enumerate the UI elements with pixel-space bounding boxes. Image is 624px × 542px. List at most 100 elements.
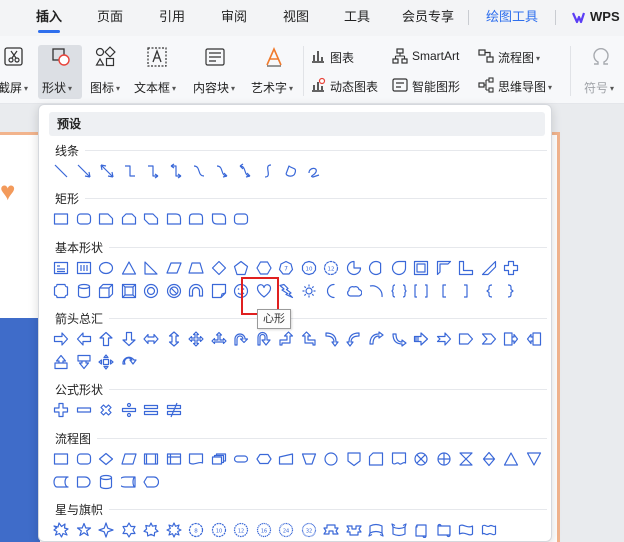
shape-fdas-icon[interactable] — [120, 474, 137, 490]
shape-fcard-icon[interactable] — [368, 451, 384, 467]
shape-lbr-icon[interactable] — [481, 283, 497, 299]
shape-dac-icon[interactable] — [76, 354, 92, 370]
shape-au-icon[interactable] — [98, 331, 114, 347]
shape-vsc-icon[interactable] — [413, 522, 429, 538]
shape-alu-icon[interactable] — [278, 331, 294, 347]
shape-s32-icon[interactable]: 24 — [278, 522, 294, 538]
shape-fmer-icon[interactable] — [526, 451, 542, 467]
shape-fsd-icon[interactable] — [53, 474, 69, 490]
shape-fmo-icon[interactable] — [301, 451, 317, 467]
shape-eq-icon[interactable] — [143, 402, 159, 418]
shape-fmi-icon[interactable] — [278, 451, 294, 467]
shape-acr-icon[interactable] — [323, 331, 339, 347]
shape-crd-icon[interactable] — [390, 522, 407, 538]
shape-s10-icon[interactable]: 8 — [188, 522, 204, 538]
shape-s7-icon[interactable] — [143, 522, 159, 538]
shape-tv-icon[interactable] — [76, 260, 92, 276]
shape-tb-icon[interactable] — [53, 260, 69, 276]
shape-acd-icon[interactable] — [391, 331, 407, 347]
shape-aud-icon[interactable] — [166, 331, 182, 347]
shape-ca-icon[interactable] — [214, 163, 230, 179]
shape-mult-icon[interactable] — [98, 402, 114, 418]
shape-cld-icon[interactable] — [346, 283, 362, 299]
shape-rc1-icon[interactable] — [98, 211, 114, 227]
shape-can-icon[interactable] — [76, 283, 92, 299]
shape-sun-icon[interactable] — [301, 283, 317, 299]
shape-bvl-icon[interactable] — [121, 283, 137, 299]
shape-dbk-icon[interactable] — [413, 283, 429, 299]
shape-hfr-icon[interactable] — [436, 260, 452, 276]
shape-fmd-icon[interactable] — [211, 451, 227, 467]
shape-don-icon[interactable] — [143, 283, 159, 299]
shape-fcon-icon[interactable] — [323, 451, 339, 467]
shape-crs-icon[interactable] — [503, 260, 519, 276]
shape-mon-icon[interactable] — [323, 283, 339, 299]
shape-ea-icon[interactable] — [145, 163, 161, 179]
shape-fdoc-icon[interactable] — [188, 451, 204, 467]
tab-insert[interactable]: 插入 — [36, 0, 62, 36]
shape-div-icon[interactable] — [121, 402, 137, 418]
shape-fis-icon[interactable] — [166, 451, 182, 467]
shape-ov-icon[interactable] — [98, 260, 114, 276]
tab-tools[interactable]: 工具 — [344, 0, 370, 36]
shape-lb-icon[interactable] — [99, 163, 115, 179]
tab-page[interactable]: 页面 — [97, 0, 123, 36]
shape-cb-icon[interactable] — [237, 163, 253, 179]
shape-s24-icon[interactable]: 16 — [256, 522, 272, 538]
shape-acu-icon[interactable] — [368, 331, 384, 347]
shape-rc6-icon[interactable] — [211, 211, 227, 227]
shape-rbr-icon[interactable] — [503, 283, 519, 299]
shape-rt-icon[interactable] — [143, 260, 159, 276]
shape-plus-icon[interactable] — [53, 402, 69, 418]
shape-eb-icon[interactable] — [168, 163, 184, 179]
shape-tz-icon[interactable] — [188, 260, 204, 276]
tab-reference[interactable]: 引用 — [159, 0, 185, 36]
tab-wps-ai[interactable]: WPS — [590, 0, 620, 36]
shape-sq-icon[interactable] — [306, 163, 322, 179]
shape-neq-icon[interactable] — [166, 402, 182, 418]
shape-for-icon[interactable] — [436, 451, 452, 467]
shape-ln-icon[interactable] — [53, 163, 69, 179]
shape-acl-icon[interactable] — [345, 331, 362, 347]
shape-cv-icon[interactable] — [191, 163, 207, 179]
shape-fld-icon[interactable] — [211, 283, 227, 299]
shape-asr-icon[interactable] — [413, 331, 429, 347]
shape-fp-icon[interactable] — [53, 451, 69, 467]
shape-fofp-icon[interactable] — [346, 451, 362, 467]
shape-rc4-icon[interactable] — [166, 211, 182, 227]
shape-cub-icon[interactable] — [98, 283, 114, 299]
shape-uac-icon[interactable] — [53, 354, 69, 370]
shape-rr-icon[interactable] — [233, 211, 249, 227]
shape-rac-icon[interactable] — [503, 331, 519, 347]
shape-fext-icon[interactable] — [503, 451, 519, 467]
shape-s6-icon[interactable] — [121, 522, 137, 538]
shape-fprep-icon[interactable] — [255, 451, 272, 467]
shape-ad-icon[interactable] — [121, 331, 137, 347]
shape-lac-icon[interactable] — [526, 331, 542, 347]
shape-fcol-icon[interactable] — [458, 451, 474, 467]
shape-rbu-icon[interactable] — [323, 522, 339, 538]
shape-lig-icon[interactable] — [278, 283, 294, 299]
shape-el-icon[interactable] — [122, 163, 138, 179]
shape-s8-icon[interactable] — [165, 522, 182, 538]
shape-al-icon[interactable] — [76, 331, 92, 347]
shape-auturn-icon[interactable] — [256, 331, 272, 347]
shape-r-icon[interactable] — [53, 211, 69, 227]
tab-member[interactable]: 会员专享 — [402, 0, 454, 36]
shape-fsj-icon[interactable] — [413, 451, 429, 467]
shape-rbk-icon[interactable] — [458, 283, 474, 299]
shape-dwv-icon[interactable] — [481, 522, 497, 538]
shape-fmag-icon[interactable] — [98, 474, 114, 490]
shape-anr-icon[interactable] — [436, 331, 452, 347]
shape-dst-icon[interactable] — [481, 260, 497, 276]
shape-l4c-icon[interactable] — [98, 354, 114, 370]
shape-n10-icon[interactable]: 10 — [301, 260, 317, 276]
shape-crb-icon[interactable] — [368, 522, 384, 538]
shape-fpt-icon[interactable] — [391, 451, 407, 467]
shape-s12-icon[interactable]: 10 — [211, 522, 227, 538]
shape-expl1-icon[interactable] — [53, 522, 69, 538]
shape-plq-icon[interactable] — [53, 283, 69, 299]
shape-aru-icon[interactable] — [301, 331, 317, 347]
shape-s16-icon[interactable]: 12 — [233, 522, 249, 538]
shape-pt-icon[interactable] — [233, 260, 249, 276]
